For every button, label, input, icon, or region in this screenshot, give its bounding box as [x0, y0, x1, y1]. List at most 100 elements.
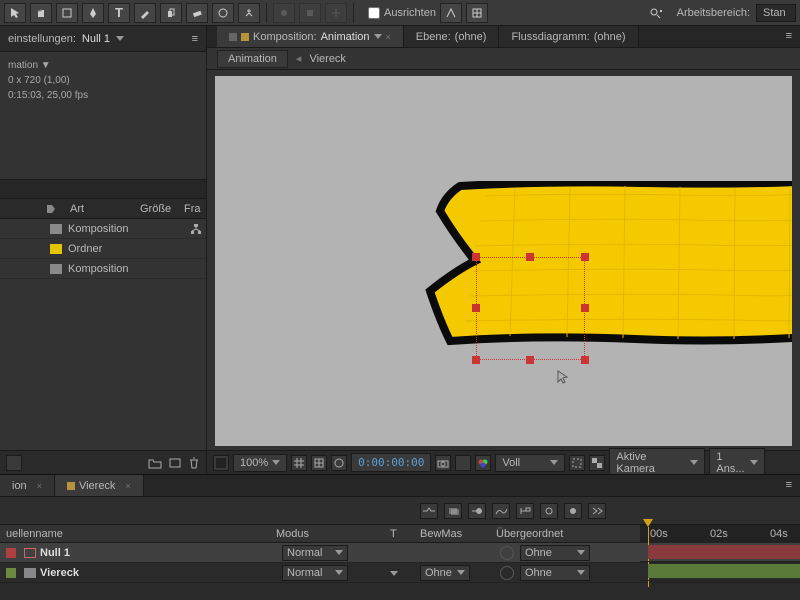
layer-name[interactable]: Null 1 [40, 547, 70, 559]
text-tool[interactable]: T [108, 3, 130, 23]
toggle-switches-button[interactable] [588, 503, 606, 519]
search-icon[interactable] [649, 7, 663, 19]
project-item[interactable]: Komposition [0, 219, 206, 239]
panel-settings-label: einstellungen: [8, 33, 76, 45]
trash-icon[interactable] [188, 457, 200, 469]
puppet-tool[interactable] [238, 3, 260, 23]
camera-dropdown[interactable]: Aktive Kamera [609, 448, 705, 478]
tag-icon[interactable] [46, 204, 56, 214]
playhead-icon[interactable] [643, 519, 653, 527]
mask-button[interactable] [331, 455, 347, 471]
parent-dropdown[interactable]: Ohne [520, 565, 590, 581]
selection-handle-br[interactable] [581, 356, 589, 364]
blend-mode-dropdown[interactable]: Normal [282, 545, 348, 561]
workspace-dropdown[interactable]: Stan [756, 4, 796, 22]
parent-dropdown[interactable]: Ohne [520, 545, 590, 561]
views-dropdown[interactable]: 1 Ans... [709, 448, 765, 478]
timeline-tab[interactable]: ion× [0, 475, 55, 496]
panel-menu-icon[interactable]: ≡ [778, 475, 800, 496]
shape-tool[interactable] [56, 3, 78, 23]
motion-blur-button[interactable] [468, 503, 486, 519]
selection-handle-tm[interactable] [526, 253, 534, 261]
project-item[interactable]: Komposition [0, 259, 206, 279]
dropdown-icon[interactable] [116, 36, 124, 41]
roi-button[interactable] [569, 455, 585, 471]
snap-tool-1[interactable] [440, 3, 462, 23]
panel-menu-icon[interactable]: ≡ [778, 26, 800, 47]
unknown-tool-3[interactable] [325, 3, 347, 23]
comp-breadcrumb: Animation ◂ Viereck [207, 48, 800, 70]
selection-handle-bm[interactable] [526, 356, 534, 364]
time-ruler[interactable]: 00s 02s 04s [640, 525, 800, 543]
layer-name[interactable]: Viereck [40, 567, 79, 579]
clone-tool[interactable] [160, 3, 182, 23]
draft-3d-button[interactable] [516, 503, 534, 519]
tab-composition[interactable]: Komposition: Animation × [217, 26, 404, 47]
project-search[interactable] [0, 179, 206, 199]
viewport[interactable] [215, 76, 792, 446]
tab-scroll-left[interactable] [207, 26, 217, 47]
auto-keyframe-button[interactable] [564, 503, 582, 519]
brainstorm-button[interactable] [540, 503, 558, 519]
new-folder-icon[interactable] [148, 457, 162, 469]
snapshot-button[interactable] [435, 455, 451, 471]
selection-handle-tr[interactable] [581, 253, 589, 261]
breadcrumb-item[interactable]: Viereck [309, 53, 345, 65]
timecode[interactable]: 0:00:00:00 [351, 453, 431, 472]
grid-button[interactable] [291, 455, 307, 471]
show-channel-button[interactable] [455, 455, 471, 471]
comp-layer-icon [24, 568, 36, 578]
layer-bar[interactable] [648, 564, 800, 578]
snap-tool-2[interactable] [466, 3, 488, 23]
layer-bar[interactable] [648, 545, 800, 559]
project-columns: Art Größe Fra [0, 199, 206, 219]
timeline-tab[interactable]: Viereck× [55, 475, 144, 496]
comp-info: mation ▼ 0 x 720 (1,00) 0:15:03, 25,00 f… [0, 52, 206, 109]
track-matte-dropdown[interactable]: Ohne [420, 565, 470, 581]
composition-icon [50, 264, 62, 274]
bit-depth-button[interactable] [6, 455, 22, 471]
panel-settings-name: Null 1 [82, 33, 110, 45]
shy-button[interactable] [420, 503, 438, 519]
tab-flowchart[interactable]: Flussdiagramm: (ohne) [499, 26, 638, 47]
timeline-tracks[interactable] [640, 543, 800, 581]
pickwhip-icon[interactable] [500, 546, 514, 560]
layer-color-icon[interactable] [6, 548, 16, 558]
project-item[interactable]: Ordner [0, 239, 206, 259]
guides-button[interactable] [311, 455, 327, 471]
selection-handle-tl[interactable] [472, 253, 480, 261]
transparency-grid-button[interactable] [589, 455, 605, 471]
align-checkbox[interactable]: Ausrichten [368, 7, 436, 19]
dropdown-icon[interactable] [374, 34, 382, 39]
folder-icon [50, 244, 62, 254]
brush-tool[interactable] [134, 3, 156, 23]
new-comp-icon[interactable] [168, 457, 182, 469]
track-matte-toggle[interactable] [390, 571, 398, 576]
selection-handle-ml[interactable] [472, 304, 480, 312]
panel-menu-icon[interactable]: ≡ [192, 33, 198, 45]
unknown-tool-1[interactable] [273, 3, 295, 23]
selection-tool[interactable] [4, 3, 26, 23]
pickwhip-icon[interactable] [500, 566, 514, 580]
unknown-tool-2[interactable] [299, 3, 321, 23]
tab-layer[interactable]: Ebene: (ohne) [404, 26, 500, 47]
zoom-dropdown[interactable]: 100% [233, 454, 287, 472]
flowchart-icon[interactable] [190, 223, 202, 235]
close-icon[interactable]: × [386, 32, 391, 42]
pen-tool[interactable] [82, 3, 104, 23]
hand-tool[interactable] [30, 3, 52, 23]
frame-blend-button[interactable] [444, 503, 462, 519]
layer-color-icon[interactable] [6, 568, 16, 578]
selection-bounds[interactable] [476, 257, 585, 360]
color-button[interactable] [475, 455, 491, 471]
roto-tool[interactable] [212, 3, 234, 23]
selection-handle-bl[interactable] [472, 356, 480, 364]
graph-editor-button[interactable] [492, 503, 510, 519]
selection-handle-mr[interactable] [581, 304, 589, 312]
blend-mode-dropdown[interactable]: Normal [282, 565, 348, 581]
eraser-tool[interactable] [186, 3, 208, 23]
project-item-label: Ordner [68, 243, 102, 255]
breadcrumb-item[interactable]: Animation [217, 50, 288, 68]
resolution-dropdown[interactable]: Voll [495, 454, 565, 472]
alpha-button[interactable] [213, 455, 229, 471]
